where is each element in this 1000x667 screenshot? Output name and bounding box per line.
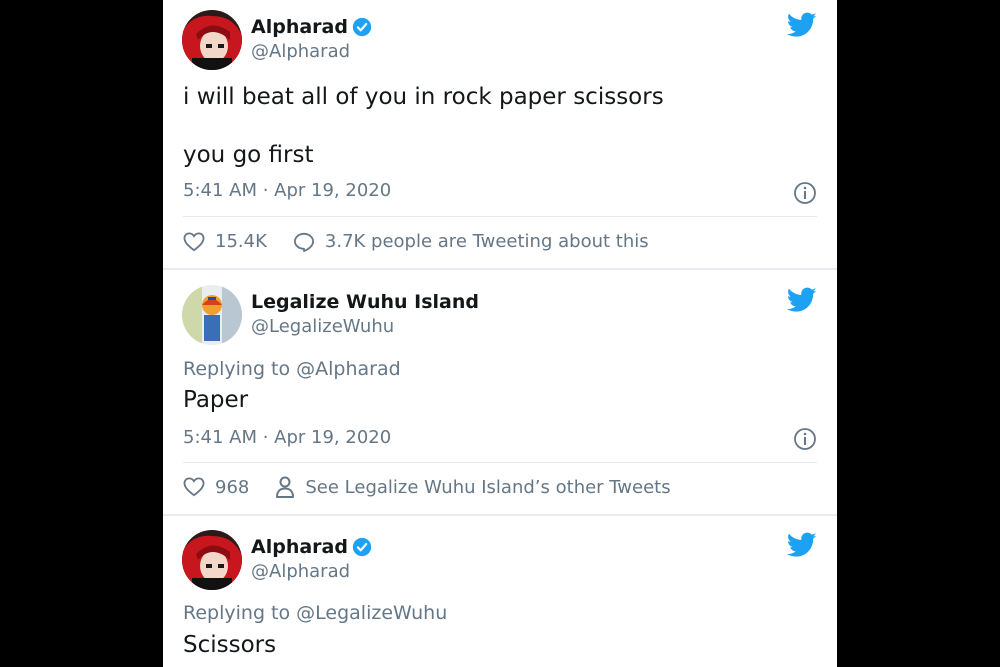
divider (183, 216, 817, 217)
heart-icon (183, 231, 205, 251)
tweet-card[interactable]: Alpharad @Alpharad i will beat all of yo… (163, 0, 837, 270)
tweet-feed: Alpharad @Alpharad i will beat all of yo… (163, 0, 837, 667)
replying-to[interactable]: Replying to @LegalizeWuhu (183, 602, 447, 624)
twitter-bird-icon[interactable] (787, 12, 817, 38)
tweet-text: you go first (183, 142, 314, 168)
anime-avatar-icon (182, 10, 242, 70)
replying-to[interactable]: Replying to @Alpharad (183, 358, 401, 380)
like-button[interactable]: 968 (183, 477, 249, 498)
twitter-bird-icon[interactable] (787, 287, 817, 313)
avatar[interactable] (182, 285, 242, 345)
like-button[interactable]: 15.4K (183, 231, 267, 252)
mii-avatar-icon (182, 285, 242, 345)
tweeting-about-label: 3.7K people are Tweeting about this (324, 231, 649, 252)
handle[interactable]: @Alpharad (251, 41, 350, 62)
like-count: 15.4K (215, 231, 267, 252)
like-count: 968 (215, 476, 250, 498)
tweet-text: Scissors (183, 632, 277, 658)
verified-badge-icon (352, 17, 372, 37)
comment-bubble-icon (293, 232, 314, 252)
display-name[interactable]: Alpharad (251, 536, 348, 558)
display-name[interactable]: Legalize Wuhu Island (251, 291, 479, 313)
display-name[interactable]: Alpharad (251, 16, 348, 38)
tweet-card[interactable]: Alpharad @Alpharad Replying to @Legalize… (163, 516, 837, 667)
timestamp[interactable]: 5:41 AM · Apr 19, 2020 (183, 427, 391, 448)
handle[interactable]: @Alpharad (251, 561, 350, 582)
tweet-text: i will beat all of you in rock paper sci… (183, 84, 664, 110)
tweet-card[interactable]: Legalize Wuhu Island @LegalizeWuhu Reply… (163, 270, 837, 515)
heart-icon (183, 477, 205, 497)
tweeting-about-link[interactable]: 3.7K people are Tweeting about this (293, 231, 649, 252)
divider (183, 462, 817, 463)
handle[interactable]: @LegalizeWuhu (251, 316, 394, 337)
other-tweets-label: See Legalize Wuhu Island’s other Tweets (305, 476, 671, 498)
avatar[interactable] (182, 10, 242, 70)
timestamp[interactable]: 5:41 AM · Apr 19, 2020 (183, 180, 391, 201)
info-icon[interactable] (793, 427, 817, 451)
avatar[interactable] (182, 530, 242, 590)
anime-avatar-icon (182, 530, 242, 590)
twitter-bird-icon[interactable] (787, 532, 817, 558)
tweet-text: Paper (183, 387, 249, 413)
person-icon (276, 476, 295, 498)
other-tweets-link[interactable]: See Legalize Wuhu Island’s other Tweets (275, 476, 671, 498)
info-icon[interactable] (793, 181, 817, 205)
verified-badge-icon (352, 537, 372, 557)
